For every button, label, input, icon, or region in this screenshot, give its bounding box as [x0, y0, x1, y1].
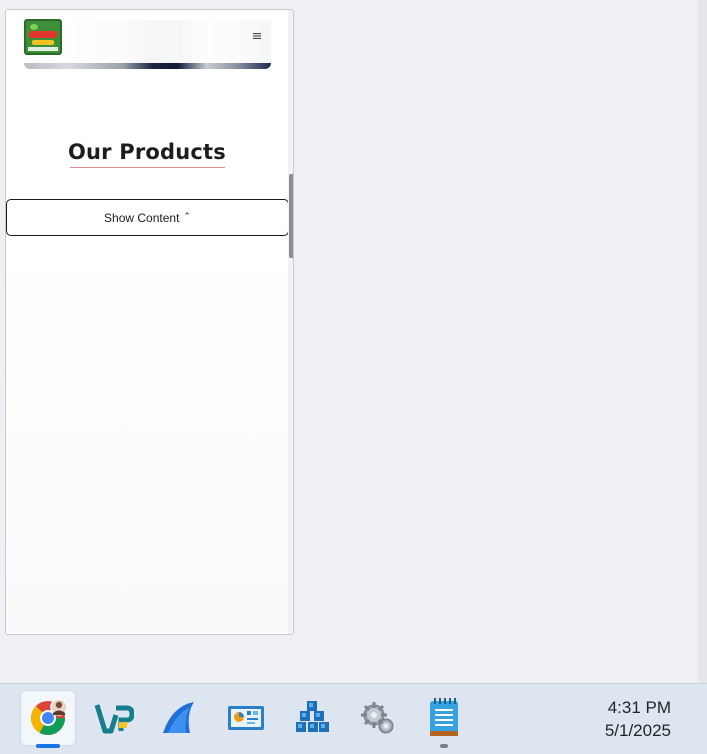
- title-underline: [70, 167, 225, 168]
- browser-window: ≡ Our Products Show Content ⌃: [5, 9, 294, 635]
- site-header: ≡: [6, 10, 288, 63]
- open-app-indicator: [440, 744, 448, 748]
- taskbar-cubes-app[interactable]: [284, 690, 340, 746]
- active-app-indicator: [36, 744, 60, 748]
- logo-ribbon: [32, 40, 54, 45]
- cubes-icon: [296, 701, 329, 732]
- dashboard-icon: [228, 706, 264, 730]
- taskbar-chrome[interactable]: [20, 690, 76, 748]
- gears-icon: [361, 702, 394, 734]
- chevron-up-icon: ⌃: [183, 211, 191, 222]
- notepad-icon: [430, 698, 458, 736]
- section-title: Our Products: [67, 140, 226, 164]
- scrollbar-thumb[interactable]: [289, 174, 293, 258]
- page-scrollbar[interactable]: [288, 10, 293, 634]
- hamburger-icon[interactable]: ≡: [250, 30, 264, 44]
- taskbar-visual-paradigm[interactable]: [86, 690, 142, 746]
- shark-fin-icon: [163, 702, 194, 733]
- taskbar-settings[interactable]: [350, 690, 406, 746]
- logo-leaf-icon: [30, 24, 38, 30]
- show-content-button[interactable]: Show Content ⌃: [6, 199, 289, 236]
- clock-date: 5/1/2025: [604, 721, 671, 740]
- taskbar-wireshark[interactable]: [152, 690, 208, 746]
- empty-content-area: [6, 250, 288, 634]
- logo-banner: [29, 31, 57, 38]
- taskbar: 4:31 PM 5/1/2025: [0, 683, 707, 754]
- taskbar-notepad[interactable]: [416, 690, 472, 748]
- show-content-label: Show Content: [104, 210, 180, 225]
- clock-time: 4:31 PM: [607, 698, 671, 717]
- window-edge: [698, 0, 707, 683]
- chrome-icon: [31, 698, 68, 735]
- system-clock[interactable]: 4:31 PM 5/1/2025: [605, 696, 671, 742]
- taskbar-dashboard[interactable]: [218, 690, 274, 746]
- vp-icon: [94, 704, 134, 734]
- site-logo[interactable]: [24, 19, 62, 55]
- logo-text-strip: [28, 47, 58, 51]
- web-page: ≡ Our Products Show Content ⌃: [6, 10, 289, 634]
